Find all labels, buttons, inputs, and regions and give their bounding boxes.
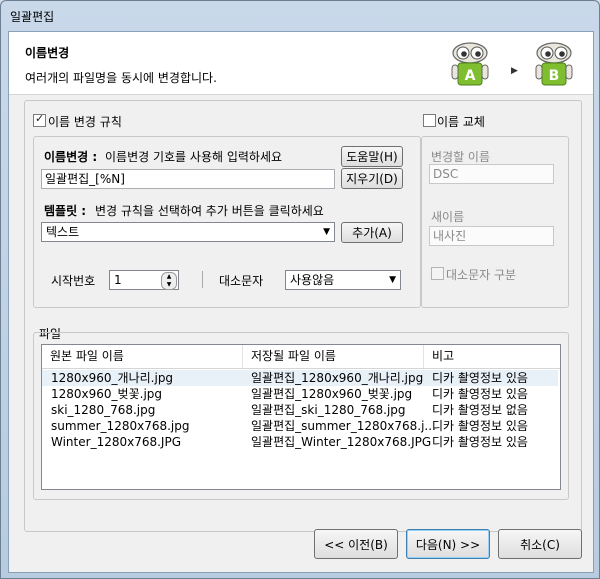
help-button[interactable]: 도움말(H)	[341, 146, 403, 167]
chevron-down-icon: ▼	[323, 227, 330, 237]
table-row[interactable]: summer_1280x768.jpg 일괄편집_summer_1280x768…	[42, 418, 558, 434]
cell-note: 디카 촬영정보 있음	[432, 371, 528, 385]
cell-saved: 일괄편집_1280x960_벚꽃.jpg	[251, 387, 413, 401]
file-list-header: 원본 파일 이름 저장될 파일 이름 비고	[42, 345, 560, 369]
spinner-arrows-icon[interactable]: ▲ ▼	[161, 272, 177, 290]
new-name-label: 새이름	[431, 210, 465, 224]
case-select-value: 사용않음	[290, 273, 335, 287]
page-title: 이름변경	[25, 46, 70, 60]
table-row[interactable]: ski_1280_768.jpg 일괄편집_ski_1280_768.jpg 디…	[42, 402, 558, 418]
cell-saved: 일괄편집_ski_1280_768.jpg	[251, 403, 406, 417]
cell-note: 디카 촬영정보 없음	[432, 403, 528, 417]
title-bar[interactable]: 일괄편집	[1, 1, 599, 31]
name-change-label: 이름변경 :	[44, 150, 98, 164]
name-pattern-input[interactable]: 일괄편집_[%N]	[41, 169, 335, 189]
rename-rule-label: 이름 변경 규칙	[48, 115, 122, 129]
case-sensitive-checkbox[interactable]	[431, 267, 444, 280]
template-select-value: 텍스트	[46, 225, 80, 239]
case-sensitive-label: 대소문자 구분	[446, 268, 517, 282]
column-note[interactable]: 비고	[424, 345, 560, 368]
start-number-label: 시작번호	[51, 274, 96, 288]
robot-a-label: A	[465, 68, 476, 84]
cell-original: 1280x960_벚꽃.jpg	[51, 387, 163, 401]
find-name-label: 변경할 이름	[431, 150, 491, 164]
column-original-name[interactable]: 원본 파일 이름	[42, 345, 243, 368]
cell-note: 디카 촬영정보 있음	[432, 435, 528, 449]
robot-b-label: B	[549, 68, 560, 84]
robot-a-icon: A	[451, 42, 489, 86]
template-label: 템플릿 :	[44, 204, 87, 218]
start-number-value: 1	[114, 273, 122, 287]
name-replace-checkbox[interactable]	[423, 114, 436, 127]
cell-saved: 일괄편집_Winter_1280x768.JPG	[251, 435, 432, 449]
rename-rule-checkbox[interactable]	[33, 112, 46, 127]
table-row[interactable]: 1280x960_벚꽃.jpg 일괄편집_1280x960_벚꽃.jpg 디카 …	[42, 386, 558, 402]
table-row[interactable]: 1280x960_개나리.jpg 일괄편집_1280x960_개나리.jpg 디…	[42, 370, 558, 386]
robot-b-icon: B	[535, 42, 573, 86]
dialog-window: 일괄편집 이름변경 여러개의 파일명을 동시에 변경합니다. A ▶ B ✓ 이…	[0, 0, 600, 579]
column-saved-name[interactable]: 저장될 파일 이름	[243, 345, 424, 368]
find-name-input[interactable]: DSC	[429, 164, 554, 184]
prev-button[interactable]: << 이전(B)	[314, 529, 398, 559]
name-replace-label: 이름 교체	[437, 115, 485, 129]
cell-original: summer_1280x768.jpg	[51, 419, 190, 433]
file-list[interactable]: 원본 파일 이름 저장될 파일 이름 비고 1280x960_개나리.jpg 일…	[41, 344, 561, 490]
next-button[interactable]: 다음(N) >>	[406, 529, 490, 559]
cell-original: Winter_1280x768.JPG	[51, 435, 181, 449]
separator	[202, 271, 203, 288]
cell-note: 디카 촬영정보 있음	[432, 387, 528, 401]
cancel-button[interactable]: 취소(C)	[498, 529, 582, 559]
new-name-input[interactable]: 내사진	[429, 226, 554, 246]
cell-saved: 일괄편집_1280x960_개나리.jpg	[251, 371, 424, 385]
dialog-body: 이름변경 여러개의 파일명을 동시에 변경합니다. A ▶ B ✓ 이름 변경 …	[8, 31, 594, 573]
template-desc: 변경 규칙을 선택하여 추가 버튼을 클릭하세요	[95, 204, 324, 218]
wizard-header: 이름변경 여러개의 파일명을 동시에 변경합니다. A ▶ B	[9, 32, 593, 95]
clear-button[interactable]: 지우기(D)	[341, 168, 403, 189]
case-label: 대소문자	[219, 274, 264, 288]
window-title: 일괄편집	[10, 10, 55, 24]
cell-saved: 일괄편집_summer_1280x768.j...	[251, 419, 436, 433]
chevron-down-icon: ▼	[389, 275, 396, 285]
cell-original: ski_1280_768.jpg	[51, 403, 156, 417]
page-subtitle: 여러개의 파일명을 동시에 변경합니다.	[25, 71, 217, 85]
case-select[interactable]: 사용않음 ▼	[285, 270, 401, 290]
arrow-right-icon: ▶	[511, 66, 518, 76]
cell-note: 디카 촬영정보 있음	[432, 419, 528, 433]
table-row[interactable]: Winter_1280x768.JPG 일괄편집_Winter_1280x768…	[42, 434, 558, 450]
add-button[interactable]: 추가(A)	[341, 222, 403, 243]
cell-original: 1280x960_개나리.jpg	[51, 371, 174, 385]
template-select[interactable]: 텍스트 ▼	[41, 222, 335, 242]
start-number-spinner[interactable]: 1 ▲ ▼	[109, 270, 179, 290]
name-change-desc: 이름변경 기호를 사용해 입력하세요	[105, 150, 283, 164]
